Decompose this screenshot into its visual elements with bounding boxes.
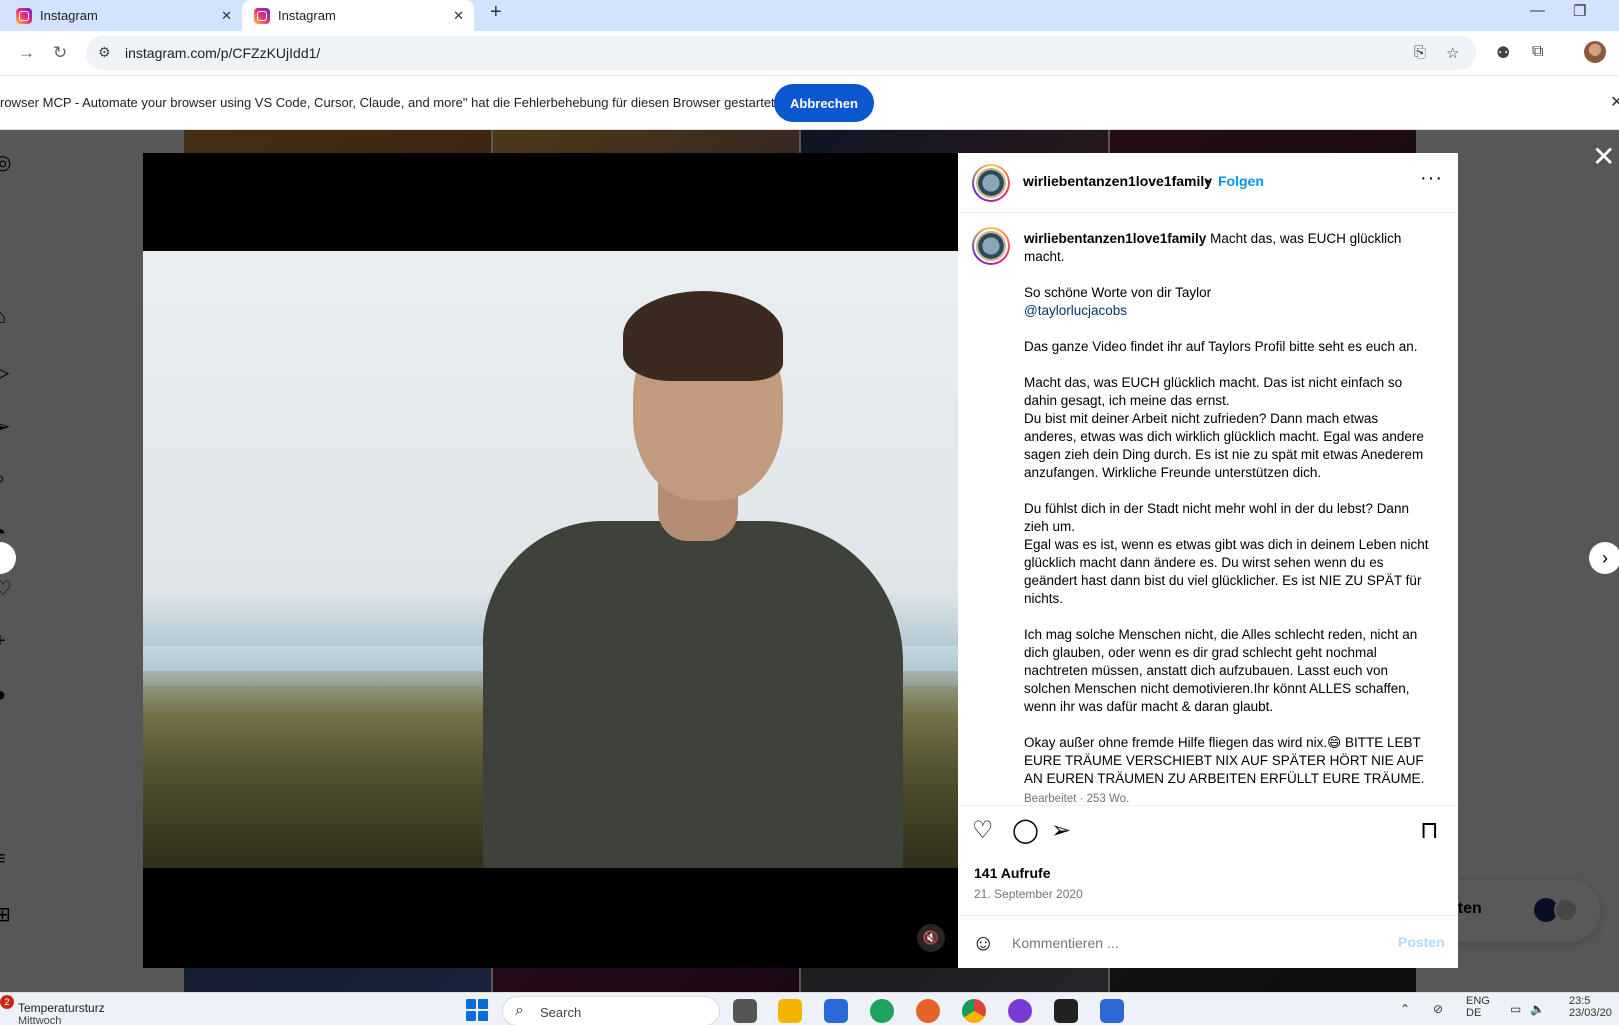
tab-title: Instagram	[278, 8, 336, 23]
site-info-icon[interactable]: ⚙	[98, 44, 111, 61]
caption: wirliebentanzen1love1family Macht das, w…	[1024, 230, 1434, 805]
tab-title: Instagram	[40, 8, 98, 23]
taskbar-search[interactable]: ⌕ Search	[502, 996, 720, 1025]
weather-title: Temperatursturz	[18, 1001, 105, 1015]
task-view-icon[interactable]	[733, 999, 757, 1023]
store-icon[interactable]	[824, 999, 848, 1023]
post-panel: wirliebentanzen1love1family • Folgen ···…	[958, 153, 1458, 968]
forward-icon[interactable]: →	[18, 43, 35, 63]
minimize-icon[interactable]: —	[1530, 2, 1545, 19]
browser-tab-active[interactable]: Instagram ✕	[242, 0, 474, 31]
omnibox[interactable]: ⚙ instagram.com/p/CFZzKUjIdd1/ ⎘ ☆	[86, 36, 1476, 70]
debugging-infobar: rowser MCP - Automate your browser using…	[0, 76, 1619, 130]
like-heart-icon[interactable]: ♡	[972, 816, 994, 845]
github-desktop-icon[interactable]	[1008, 999, 1032, 1023]
caption-paragraph: Ich mag solche Menschen nicht, die Alles…	[1024, 627, 1418, 714]
weather-widget[interactable]: 2 Temperatursturz Mittwoch	[0, 995, 105, 1025]
file-explorer-icon[interactable]	[778, 999, 802, 1023]
edge-icon[interactable]	[870, 999, 894, 1023]
instagram-page: ◎ ⌂ ▷ ➢ ⌕ ◔ ♡ + ● ≡ ⊞ nten ✕ ›	[0, 130, 1619, 992]
post-username[interactable]: wirliebentanzen1love1family	[1023, 173, 1212, 189]
infobar-close-icon[interactable]: ✕	[1610, 92, 1619, 112]
post-comment-button[interactable]: Posten	[1398, 934, 1445, 950]
caption-paragraph: Macht das, was EUCH glücklich macht. Das…	[1024, 375, 1424, 480]
chevron-up-icon[interactable]: ⌃	[1400, 1002, 1410, 1016]
language-indicator[interactable]: ENG DE	[1466, 995, 1490, 1019]
instagram-favicon-icon	[254, 7, 270, 24]
new-tab-icon[interactable]: +	[490, 1, 502, 24]
word-app-icon[interactable]	[1054, 999, 1078, 1023]
volume-icon[interactable]: 🔈	[1530, 1002, 1545, 1016]
firefox-icon[interactable]	[916, 999, 940, 1023]
comment-input[interactable]	[1012, 932, 1372, 954]
edited-meta: Bearbeitet · 253 Wo.	[1024, 793, 1130, 805]
video-frame	[143, 251, 958, 868]
save-bookmark-icon[interactable]: ⊓	[1420, 816, 1439, 845]
avatar[interactable]	[972, 227, 1010, 265]
clock[interactable]: 23:5 23/03/20	[1569, 995, 1612, 1019]
mute-icon[interactable]: 🔇	[917, 924, 945, 952]
url-text[interactable]: instagram.com/p/CFZzKUjIdd1/	[125, 45, 320, 61]
comment-box: ☺ Posten	[958, 915, 1458, 968]
weather-subtitle: Mittwoch	[18, 1015, 62, 1025]
chrome-icon[interactable]	[962, 999, 986, 1023]
caption-paragraph: Okay außer ohne fremde Hilfe fliegen das…	[1024, 735, 1425, 786]
notification-badge: 2	[0, 995, 14, 1009]
restore-icon[interactable]: ❐	[1573, 2, 1586, 20]
bookmark-star-icon[interactable]: ☆	[1446, 44, 1459, 62]
network-icon[interactable]: ⊘	[1433, 1002, 1443, 1016]
caption-paragraph: So schöne Worte von dir Taylor	[1024, 285, 1212, 300]
separator-dot: •	[1205, 173, 1210, 189]
windows-taskbar: 2 Temperatursturz Mittwoch ⌕ Search ⌃ ⊘ …	[0, 992, 1619, 1025]
browser-tab[interactable]: Instagram ✕	[0, 0, 242, 31]
post-date[interactable]: 21. September 2020	[974, 887, 1083, 901]
extensions-puzzle-icon[interactable]: ⧉	[1532, 43, 1543, 61]
tab-close-icon[interactable]: ✕	[453, 8, 464, 24]
caption-username[interactable]: wirliebentanzen1love1family	[1024, 231, 1206, 246]
person	[483, 271, 903, 868]
emoji-icon[interactable]: ☺	[972, 930, 994, 956]
more-options-icon[interactable]: ···	[1420, 167, 1443, 190]
debugging-message: rowser MCP - Automate your browser using…	[0, 95, 775, 110]
cancel-debugging-button[interactable]: Abbrechen	[774, 84, 874, 122]
windows-start-icon[interactable]	[466, 999, 488, 1021]
comment-icon[interactable]: ◯	[1012, 816, 1039, 845]
browser-tab-strip: Instagram ✕ Instagram ✕ + — ❐	[0, 0, 1619, 31]
extension-robot-icon[interactable]: ⚉	[1496, 43, 1510, 63]
post-header: wirliebentanzen1love1family • Folgen ···	[958, 153, 1458, 213]
address-toolbar: → ↻ ⚙ instagram.com/p/CFZzKUjIdd1/ ⎘ ☆ ⚉…	[0, 31, 1619, 76]
video-player[interactable]: 🔇	[143, 153, 958, 968]
powershell-icon[interactable]	[1100, 999, 1124, 1023]
display-icon[interactable]: ▭	[1510, 1002, 1521, 1016]
avatar[interactable]	[972, 164, 1010, 202]
profile-avatar[interactable]	[1584, 41, 1606, 63]
tab-close-icon[interactable]: ✕	[221, 8, 232, 24]
modal-close-icon[interactable]: ✕	[1592, 140, 1615, 173]
caption-area: wirliebentanzen1love1family Macht das, w…	[958, 213, 1458, 805]
reload-icon[interactable]: ↻	[53, 43, 67, 63]
next-post-button[interactable]: ›	[1589, 542, 1619, 574]
taskbar-search-label: Search	[540, 1005, 582, 1020]
mention-link[interactable]: @taylorlucjacobs	[1024, 303, 1127, 318]
follow-button[interactable]: Folgen	[1218, 173, 1264, 189]
caption-paragraph: Du fühlst dich in der Stadt nicht mehr w…	[1024, 501, 1429, 606]
search-icon: ⌕	[515, 1002, 524, 1019]
install-app-icon[interactable]: ⎘	[1414, 44, 1426, 61]
view-count[interactable]: 141 Aufrufe	[974, 865, 1051, 881]
caption-paragraph: Das ganze Video findet ihr auf Taylors P…	[1024, 339, 1418, 354]
share-icon[interactable]: ➢	[1051, 816, 1071, 845]
post-actions: ♡ ◯ ➢ ⊓	[958, 805, 1458, 855]
instagram-favicon-icon	[16, 7, 32, 24]
